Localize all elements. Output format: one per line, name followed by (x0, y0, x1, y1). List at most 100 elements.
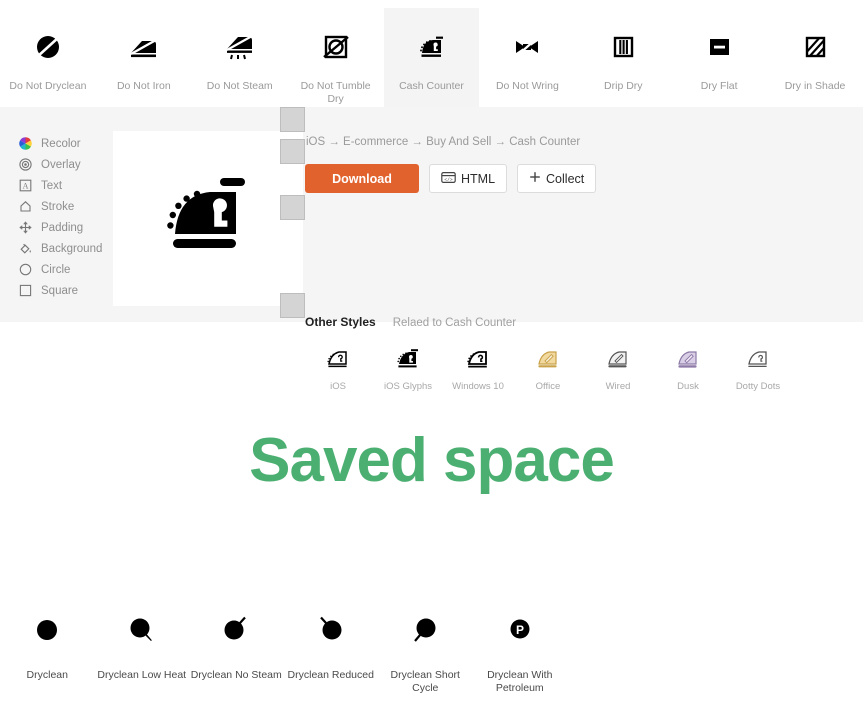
sidebar-item-label: Circle (41, 263, 71, 276)
icon-tab-strip: Do Not Dryclean Do Not Iron Do Not Steam… (0, 0, 863, 107)
tab-cash-counter[interactable]: Cash Counter (383, 8, 480, 107)
html-button-label: HTML (461, 171, 496, 186)
tab-do-not-wring[interactable]: Do Not Wring (479, 8, 575, 107)
bottom-item-dryclean-short-cycle[interactable]: Dryclean Short Cycle (378, 600, 473, 700)
style-card-office[interactable]: Office (515, 337, 581, 401)
tab-drip-dry[interactable]: Drip Dry (575, 8, 671, 107)
tab-do-not-iron[interactable]: Do Not Iron (96, 8, 192, 107)
sidebar-item-label: Square (41, 284, 79, 297)
circle-outline-icon (17, 262, 33, 278)
other-styles-header: Other Styles Relaed to Cash Counter (305, 315, 516, 329)
style-card-dusk[interactable]: Dusk (655, 337, 721, 401)
tab-label: Cash Counter (399, 80, 464, 92)
style-card-windows-10[interactable]: Windows 10 (445, 337, 511, 401)
html-button[interactable]: </> HTML (429, 164, 508, 193)
bottom-item-label: Dryclean No Steam (190, 669, 282, 681)
sidebar-item-stroke[interactable]: Stroke (0, 196, 113, 217)
resize-handle-3[interactable] (280, 195, 305, 220)
sidebar-item-label: Recolor (41, 137, 81, 150)
breadcrumb[interactable]: iOS → E-commerce → Buy And Sell → Cash C… (306, 136, 580, 148)
cash-counter-icon (411, 30, 453, 64)
do-not-tumble-dry-icon (315, 30, 357, 64)
style-card-dotty-dots[interactable]: Dotty Dots (725, 337, 791, 401)
stroke-shape-icon (17, 199, 33, 215)
bottom-item-dryclean-reduced[interactable]: Dryclean Reduced (284, 600, 379, 700)
collect-button-label: Collect (546, 171, 585, 186)
style-card-ios[interactable]: iOS (305, 337, 371, 401)
text-box-icon: A (17, 178, 33, 194)
sidebar-item-background[interactable]: Background (0, 238, 113, 259)
bottom-item-dryclean-low-heat[interactable]: Dryclean Low Heat (95, 600, 190, 700)
color-wheel-icon (17, 136, 33, 152)
svg-text:P: P (516, 623, 524, 637)
style-card-label: Windows 10 (452, 381, 504, 392)
other-styles-subtitle: Relaed to Cash Counter (392, 317, 517, 329)
do-not-wring-icon (506, 30, 548, 64)
bottom-item-label: Dryclean (26, 669, 68, 681)
resize-handle-1[interactable] (280, 107, 305, 132)
bottom-item-dryclean-no-steam[interactable]: Dryclean No Steam (189, 600, 284, 700)
move-arrows-icon (17, 220, 33, 236)
tab-dry-in-shade[interactable]: Dry in Shade (767, 8, 863, 107)
tab-label: Dry Flat (700, 80, 738, 92)
style-card-label: Office (535, 381, 561, 392)
style-ios-icon (323, 346, 353, 372)
do-not-steam-icon (219, 30, 261, 64)
style-windows10-icon (463, 346, 493, 372)
dry-in-shade-icon (794, 30, 836, 64)
style-card-row: iOS iOS Glyphs Windows 10 Office Wired D… (305, 337, 861, 401)
tab-label: Do Not Iron (116, 80, 171, 92)
resize-handle-4[interactable] (280, 293, 305, 318)
tab-do-not-dryclean[interactable]: Do Not Dryclean (0, 8, 96, 107)
style-card-label: Dotty Dots (735, 381, 781, 392)
bottom-item-label: Dryclean Low Heat (97, 669, 187, 681)
bottom-item-label: Dryclean Reduced (287, 669, 374, 681)
drip-dry-icon (602, 30, 644, 64)
sidebar-item-label: Padding (41, 221, 84, 234)
style-card-ios-glyphs[interactable]: iOS Glyphs (375, 337, 441, 401)
saved-space-banner: Saved space (249, 426, 615, 495)
sidebar-item-padding[interactable]: Padding (0, 217, 113, 238)
dryclean-low-heat-icon (124, 615, 160, 645)
dryclean-short-cycle-icon (407, 615, 443, 645)
tab-label: Do Not Tumble Dry (300, 80, 371, 105)
bottom-item-label: Dryclean With Petroleum (487, 669, 553, 694)
sidebar-item-overlay[interactable]: Overlay (0, 154, 113, 175)
resize-handle-2[interactable] (280, 139, 305, 164)
sidebar-item-circle[interactable]: Circle (0, 259, 113, 280)
sidebar-item-label: Text (41, 179, 63, 192)
style-card-label: iOS Glyphs (383, 381, 433, 392)
tab-do-not-tumble-dry[interactable]: Do Not Tumble Dry (288, 8, 384, 107)
sidebar-item-label: Stroke (41, 200, 75, 213)
icon-preview-box[interactable] (113, 131, 303, 306)
style-ios-glyphs-icon (393, 346, 423, 372)
sidebar-item-square[interactable]: Square (0, 280, 113, 301)
icon-detail-panel: Recolor Overlay A Text Stroke Padding Ba… (0, 107, 863, 401)
paint-bucket-icon (17, 241, 33, 257)
sidebar-item-text[interactable]: A Text (0, 175, 113, 196)
sidebar-item-recolor[interactable]: Recolor (0, 133, 113, 154)
bottom-item-dryclean-petroleum[interactable]: P Dryclean With Petroleum (473, 600, 568, 700)
other-styles-title: Other Styles (305, 315, 376, 329)
download-button[interactable]: Download (305, 164, 419, 193)
plus-icon (529, 171, 541, 186)
style-card-label: Dusk (677, 381, 699, 392)
style-card-label: Wired (605, 381, 631, 392)
target-overlay-icon (17, 157, 33, 173)
style-dotty-dots-icon (743, 346, 773, 372)
style-card-label: iOS (330, 381, 346, 392)
tab-label: Dry in Shade (784, 80, 846, 92)
style-card-wired[interactable]: Wired (585, 337, 651, 401)
bottom-item-dryclean[interactable]: Dryclean (0, 600, 95, 700)
tab-dry-flat[interactable]: Dry Flat (671, 8, 767, 107)
bottom-item-label: Dryclean Short Cycle (390, 669, 460, 694)
style-card-empty[interactable] (795, 337, 861, 401)
collect-button[interactable]: Collect (517, 164, 597, 193)
code-window-icon: </> (441, 171, 456, 187)
tab-do-not-steam[interactable]: Do Not Steam (192, 8, 288, 107)
do-not-iron-icon (123, 30, 165, 64)
style-empty-icon (813, 352, 843, 378)
style-dusk-icon (673, 346, 703, 372)
sidebar-item-label: Overlay (41, 158, 81, 171)
page-root: Do Not Dryclean Do Not Iron Do Not Steam… (0, 0, 863, 708)
